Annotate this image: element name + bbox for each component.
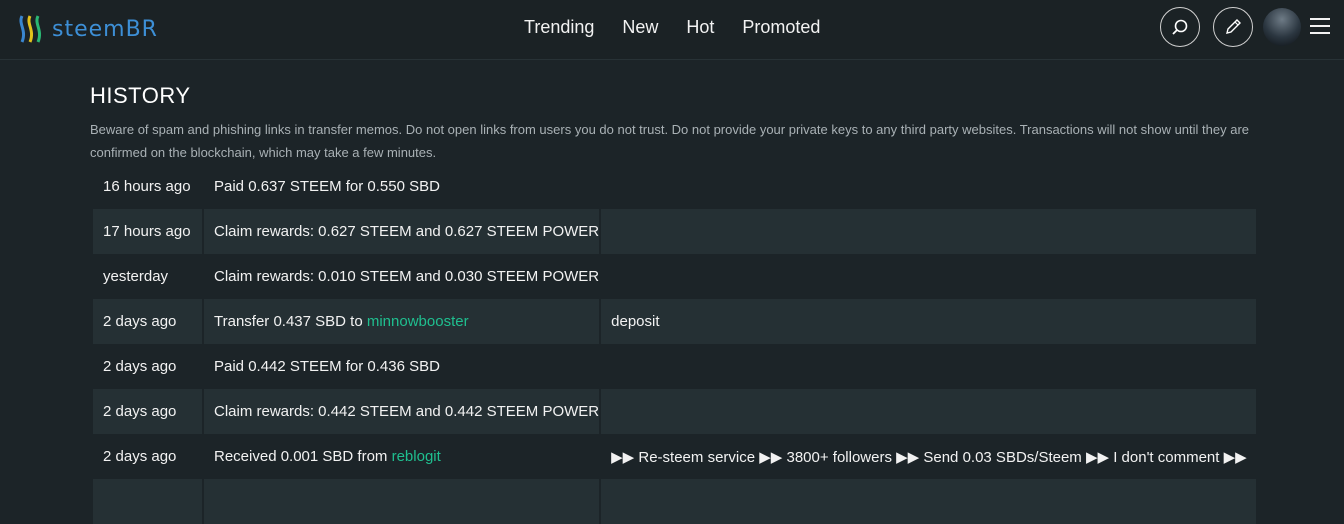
memo-cell	[601, 389, 1256, 434]
description-cell: Transfer 0.437 SBD to minnowbooster	[204, 299, 600, 344]
top-navigation-bar: steemBR Trending New Hot Promoted	[0, 0, 1344, 60]
nav-trending[interactable]: Trending	[524, 17, 594, 38]
brand-logo[interactable]: steemBR	[18, 12, 158, 46]
brand-name: steemBR	[52, 16, 158, 42]
history-table: 16 hours ago Paid 0.637 STEEM for 0.550 …	[91, 164, 1258, 524]
user-avatar[interactable]	[1263, 8, 1301, 46]
memo-cell	[601, 209, 1256, 254]
time-cell: 17 hours ago	[93, 209, 202, 254]
memo-cell: deposit	[601, 299, 1256, 344]
time-cell: 16 hours ago	[103, 178, 191, 195]
description-cell: Claim rewards: 0.442 STEEM and 0.442 STE…	[204, 389, 600, 434]
description-text: Received 0.001 SBD from	[214, 448, 392, 465]
time-cell: yesterday	[103, 268, 169, 285]
user-link[interactable]: reblogit	[392, 448, 441, 465]
description-cell: Paid 0.637 STEEM for 0.550 SBD	[214, 178, 440, 195]
description-text: Transfer 0.437 SBD to	[214, 313, 367, 330]
time-cell: 2 days ago	[93, 299, 202, 344]
description-cell: Claim rewards: 0.627 STEEM and 0.627 STE…	[204, 209, 600, 254]
menu-icon[interactable]	[1310, 18, 1330, 39]
description-cell: Claim rewards: 0.010 STEEM and 0.030 STE…	[214, 268, 600, 285]
table-row: yesterday Claim rewards: 0.010 STEEM and…	[93, 254, 1256, 299]
time-cell: 2 days ago	[93, 389, 202, 434]
table-row: 2 days ago Transfer 0.437 SBD to minnowb…	[93, 299, 1256, 344]
table-row: 2 days ago Received 0.001 SBD from reblo…	[93, 434, 1256, 479]
table-row: 2 days ago Paid 0.442 STEEM for 0.436 SB…	[93, 344, 1256, 389]
nav-promoted[interactable]: Promoted	[742, 17, 820, 38]
description-cell: Received 0.001 SBD from reblogit	[204, 434, 599, 479]
user-link[interactable]: minnowbooster	[367, 313, 469, 330]
pencil-icon	[1226, 19, 1241, 34]
memo-cell	[601, 254, 1256, 299]
memo-cell	[601, 344, 1256, 389]
nav-new[interactable]: New	[622, 17, 658, 38]
memo-cell	[601, 164, 1256, 209]
table-row: 17 hours ago Claim rewards: 0.627 STEEM …	[93, 209, 1256, 254]
table-row	[93, 479, 1256, 524]
search-button[interactable]	[1160, 7, 1200, 47]
search-icon	[1172, 19, 1188, 35]
page-title: HISTORY	[90, 83, 191, 108]
security-notice: Beware of spam and phishing links in tra…	[90, 122, 1249, 160]
table-row: 2 days ago Claim rewards: 0.442 STEEM an…	[93, 389, 1256, 434]
nav-hot[interactable]: Hot	[686, 17, 714, 38]
main-nav: Trending New Hot Promoted	[524, 17, 848, 38]
time-cell: 2 days ago	[103, 448, 177, 465]
description-cell: Paid 0.442 STEEM for 0.436 SBD	[214, 358, 440, 375]
time-cell: 2 days ago	[103, 358, 177, 375]
table-row: 16 hours ago Paid 0.637 STEEM for 0.550 …	[93, 164, 1256, 209]
memo-cell: ▶▶ Re-steem service ▶▶ 3800+ followers ▶…	[611, 448, 1247, 466]
steem-logo-icon	[19, 15, 42, 43]
create-post-button[interactable]	[1213, 7, 1253, 47]
